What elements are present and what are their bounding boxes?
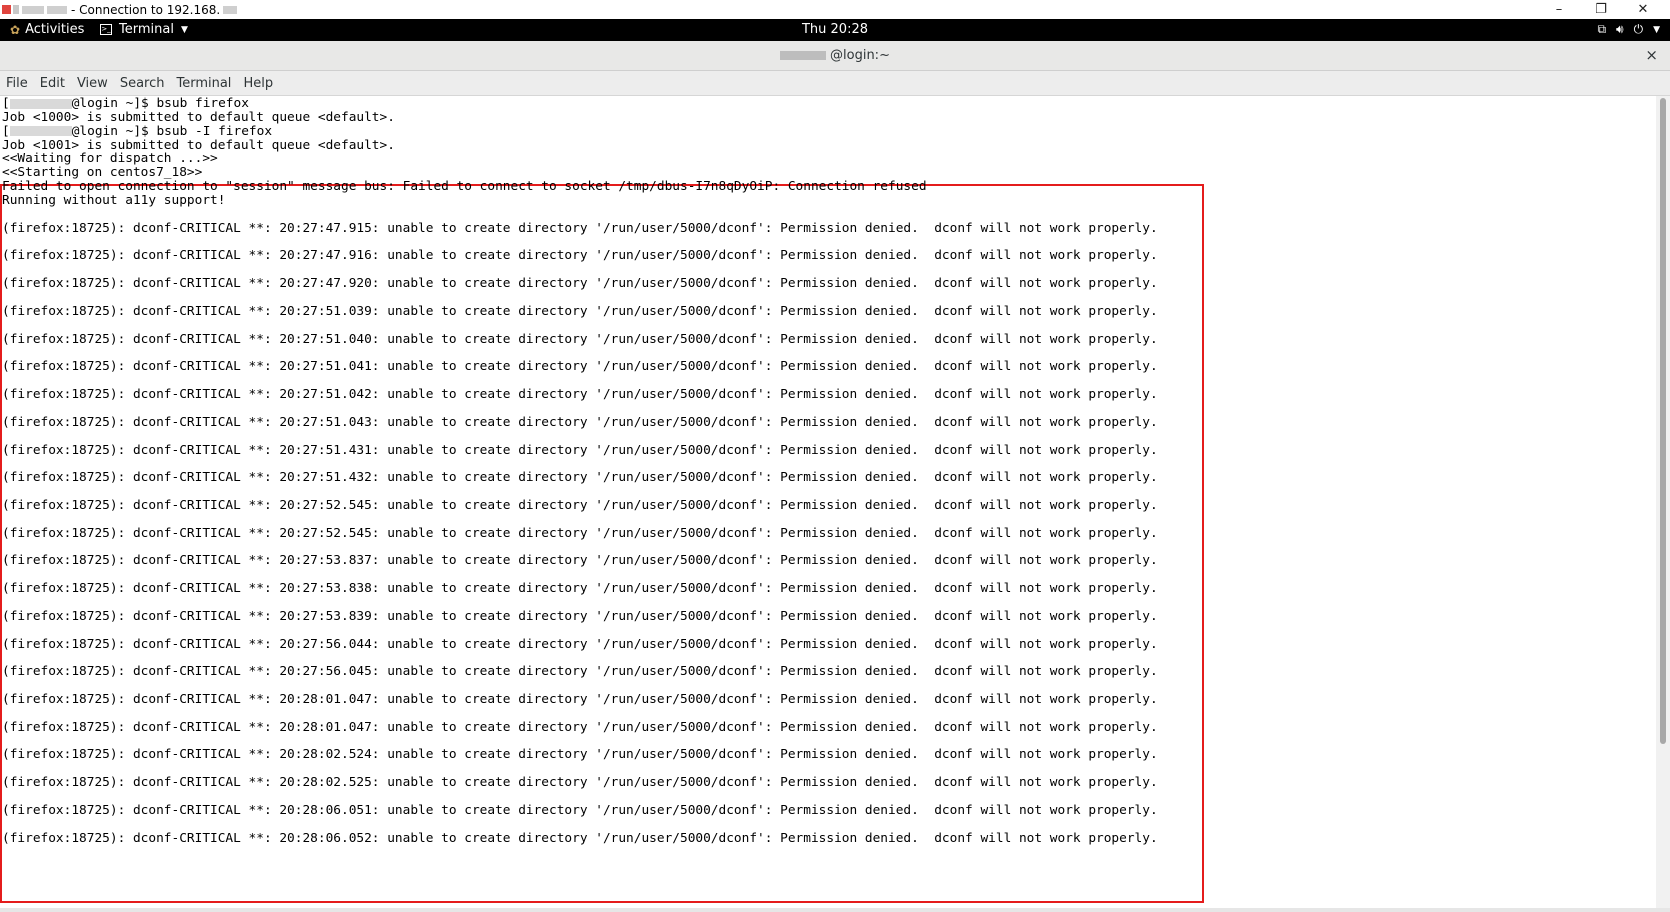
terminal-line: (firefox:18725): dconf-CRITICAL **: 20:2… (2, 525, 1158, 541)
redacted-hostname (22, 5, 44, 14)
terminal-close-button[interactable]: × (1645, 46, 1658, 64)
menu-view[interactable]: View (71, 76, 114, 91)
terminal-line: (firefox:18725): dconf-CRITICAL **: 20:2… (2, 719, 1158, 735)
restore-button[interactable]: ❐ (1580, 2, 1622, 17)
terminal-line: (firefox:18725): dconf-CRITICAL **: 20:2… (2, 581, 1158, 597)
terminal-line: (firefox:18725): dconf-CRITICAL **: 20:2… (2, 276, 1158, 292)
close-button[interactable]: ✕ (1622, 2, 1664, 17)
terminal-menubar: File Edit View Search Terminal Help (0, 71, 1670, 96)
clock[interactable]: Thu 20:28 (0, 22, 1670, 37)
terminal-line: (firefox:18725): dconf-CRITICAL **: 20:2… (2, 691, 1158, 707)
terminal-line: [ @login ~]$ bsub firefox (2, 97, 249, 111)
prompt-bracket: [ (2, 96, 10, 111)
rdp-app-icon-secondary (13, 5, 19, 14)
terminal-line: (firefox:18725): dconf-CRITICAL **: 20:2… (2, 387, 1158, 403)
gnome-top-bar: ✿ Activities >_ Terminal ▼ Thu 20:28 ⧉ 🔊… (0, 19, 1670, 41)
prompt-bracket: [ (2, 123, 10, 139)
terminal-line: (firefox:18725): dconf-CRITICAL **: 20:2… (2, 248, 1158, 264)
terminal-scrollbar[interactable] (1656, 96, 1670, 908)
network-icon: ⧉ (1597, 22, 1607, 36)
terminal-title-text: @login:~ (830, 48, 890, 63)
window-controls: – ❐ ✕ (1538, 0, 1664, 19)
terminal-line: (firefox:18725): dconf-CRITICAL **: 20:2… (2, 830, 1158, 846)
terminal-line: (firefox:18725): dconf-CRITICAL **: 20:2… (2, 664, 1158, 680)
rdp-window-title: - Connection to 192.168. (71, 2, 221, 17)
terminal-line: (firefox:18725): dconf-CRITICAL **: 20:2… (2, 775, 1158, 791)
terminal-line: (firefox:18725): dconf-CRITICAL **: 20:2… (2, 802, 1158, 818)
redacted-username (9, 98, 72, 109)
terminal-line: (firefox:18725): dconf-CRITICAL **: 20:2… (2, 497, 1158, 513)
terminal-line: (firefox:18725): dconf-CRITICAL **: 20:2… (2, 636, 1158, 652)
prompt-command-text: @login ~]$ bsub firefox (71, 96, 249, 111)
terminal-output[interactable]: [@login ~]$ bsub firefox Job <1000> is su… (0, 96, 1656, 908)
terminal-line: (firefox:18725): dconf-CRITICAL **: 20:2… (2, 220, 1158, 236)
power-icon: ⏻ (1633, 22, 1644, 36)
rdp-app-icon (2, 5, 11, 14)
terminal-line: (firefox:18725): dconf-CRITICAL **: 20:2… (2, 359, 1158, 375)
menu-file[interactable]: File (0, 76, 34, 91)
red-highlight-annotation (0, 184, 1204, 903)
terminal-line: (firefox:18725): dconf-CRITICAL **: 20:2… (2, 331, 1158, 347)
terminal-title: @login:~ (0, 48, 1670, 63)
scrollbar-thumb[interactable] (1660, 98, 1666, 744)
minimize-button[interactable]: – (1538, 2, 1580, 17)
chevron-down-icon: ▼ (1653, 24, 1660, 35)
bottom-strip (0, 908, 1670, 912)
terminal-line: Running without a11y support! (2, 193, 226, 209)
volume-icon: 🔊︎ (1616, 22, 1624, 36)
terminal-line: [ @login ~]$ bsub -I firefox (2, 123, 273, 139)
redacted-hostname-part (47, 5, 67, 14)
redacted-username (780, 51, 827, 60)
terminal-line: (firefox:18725): dconf-CRITICAL **: 20:2… (2, 747, 1158, 763)
redacted-username (9, 126, 72, 137)
remote-desktop-titlebar: - Connection to 192.168. – ❐ ✕ (0, 0, 1670, 19)
redacted-ip-suffix (223, 5, 238, 14)
menu-edit[interactable]: Edit (34, 76, 71, 91)
terminal-line: (firefox:18725): dconf-CRITICAL **: 20:2… (2, 442, 1158, 458)
terminal-window-header: @login:~ × (0, 41, 1670, 71)
terminal-line: (firefox:18725): dconf-CRITICAL **: 20:2… (2, 470, 1158, 486)
terminal-line: (firefox:18725): dconf-CRITICAL **: 20:2… (2, 414, 1158, 430)
prompt-command-text: @login ~]$ bsub -I firefox (71, 123, 273, 139)
terminal-line: (firefox:18725): dconf-CRITICAL **: 20:2… (2, 303, 1158, 319)
terminal-line: (firefox:18725): dconf-CRITICAL **: 20:2… (2, 608, 1158, 624)
terminal-line: (firefox:18725): dconf-CRITICAL **: 20:2… (2, 553, 1158, 569)
menu-help[interactable]: Help (237, 76, 279, 91)
menu-search[interactable]: Search (114, 76, 171, 91)
system-tray[interactable]: ⧉ 🔊︎ ⏻ ▼ (1597, 22, 1660, 37)
menu-terminal[interactable]: Terminal (170, 76, 237, 91)
